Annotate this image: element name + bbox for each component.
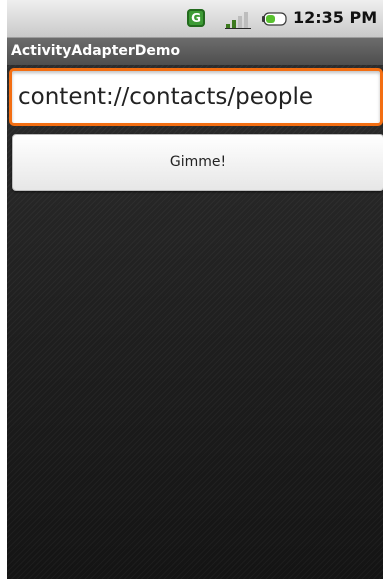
gtalk-icon: G xyxy=(187,9,205,27)
app-screen: G 12:35 PM ActivityAdapterDemo Gimme! xyxy=(7,0,383,579)
battery-icon xyxy=(262,12,287,26)
app-title: ActivityAdapterDemo xyxy=(11,43,181,59)
signal-icon xyxy=(225,12,251,29)
title-bar: ActivityAdapterDemo xyxy=(7,38,383,65)
content-uri-input[interactable] xyxy=(9,68,383,126)
gtalk-glyph: G xyxy=(191,11,201,25)
status-time: 12:35 PM xyxy=(293,8,378,27)
gimme-button[interactable]: Gimme! xyxy=(12,134,383,191)
status-bar: G 12:35 PM xyxy=(7,0,383,38)
